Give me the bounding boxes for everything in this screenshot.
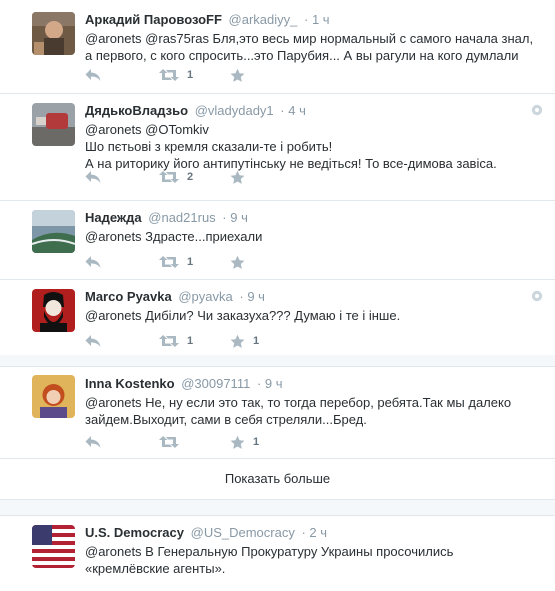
user-handle[interactable]: @30097111: [181, 376, 250, 391]
tweet-text: @aronets Не, ну если это так, то тогда п…: [85, 395, 515, 427]
user-handle[interactable]: @nad21rus: [148, 210, 215, 225]
reply-button[interactable]: [85, 254, 101, 270]
timestamp[interactable]: · 9 ч: [257, 376, 283, 391]
user-name[interactable]: Надежда: [85, 210, 142, 225]
user-name[interactable]: Inna Kostenko: [85, 376, 175, 391]
retweet-icon: [159, 334, 179, 348]
retweet-icon: [159, 435, 179, 449]
retweet-button[interactable]: 1: [159, 67, 193, 83]
user-name[interactable]: Marco Pyavka: [85, 289, 172, 304]
tweet-feed: Аркадий ПаровозоFF @arkadiyy_ · 1 ч @aro…: [0, 0, 555, 591]
tweet[interactable]: ДядькоВладзьо @vladydady1 · 4 ч @aronets…: [0, 94, 555, 201]
tweet-actions: 1: [85, 67, 385, 83]
reply-icon: [85, 68, 101, 82]
user-handle[interactable]: @US_Democracy: [191, 525, 295, 540]
tweet-actions: 2: [85, 169, 385, 185]
tweet-header: Аркадий ПаровозоFF @arkadiyy_ · 1 ч: [85, 12, 541, 28]
user-handle[interactable]: @arkadiyy_: [229, 12, 298, 27]
favorite-button[interactable]: 1: [230, 333, 259, 349]
reply-button[interactable]: [85, 434, 101, 450]
star-icon: [230, 334, 245, 349]
tweet-actions: 1: [85, 434, 385, 450]
timestamp[interactable]: · 4 ч: [280, 103, 306, 118]
user-handle[interactable]: @pyavka: [178, 289, 232, 304]
star-icon: [230, 170, 245, 185]
avatar[interactable]: [32, 210, 75, 253]
retweet-count: 1: [187, 256, 194, 268]
timestamp[interactable]: · 9 ч: [222, 210, 248, 225]
retweet-button[interactable]: 2: [159, 169, 193, 185]
tweet-text: @aronets Здрасте...приехали: [85, 229, 263, 244]
user-name[interactable]: U.S. Democracy: [85, 525, 184, 540]
tweet[interactable]: U.S. Democracy @US_Democracy · 2 ч @aron…: [0, 516, 555, 591]
favorite-count: 1: [253, 436, 260, 448]
retweet-count: 2: [187, 171, 194, 183]
conversation-separator: [0, 500, 555, 516]
tweet-header: Надежда @nad21rus · 9 ч: [85, 210, 541, 226]
reply-button[interactable]: [85, 333, 101, 349]
retweet-count: 1: [187, 335, 194, 347]
avatar[interactable]: [32, 289, 75, 332]
tweet-header: ДядькоВладзьо @vladydady1 · 4 ч: [85, 103, 541, 119]
tweet-header: Marco Pyavka @pyavka · 9 ч: [85, 289, 541, 305]
favorite-button[interactable]: [230, 67, 253, 83]
star-icon: [230, 68, 245, 83]
tweet[interactable]: Аркадий ПаровозоFF @arkadiyy_ · 1 ч @aro…: [0, 0, 555, 94]
retweet-count: 1: [187, 69, 194, 81]
avatar[interactable]: [32, 103, 75, 146]
timestamp[interactable]: · 1 ч: [304, 12, 330, 27]
retweet-icon: [159, 68, 179, 82]
reply-icon: [85, 170, 101, 184]
retweet-button[interactable]: [159, 434, 187, 450]
tweet-text: @aronets @ras75ras Бля,это весь мир норм…: [85, 31, 537, 63]
reply-icon: [85, 435, 101, 449]
tweet-text: @aronets В Генеральную Прокуратуру Украи…: [85, 544, 458, 576]
show-more-button[interactable]: Показать больше: [0, 459, 555, 500]
favorite-count: 1: [253, 335, 260, 347]
tweet[interactable]: Inna Kostenko @30097111 · 9 ч @aronets Н…: [0, 367, 555, 459]
user-name[interactable]: Аркадий ПаровозоFF: [85, 12, 222, 27]
avatar[interactable]: [32, 12, 75, 55]
favorite-button[interactable]: 1: [230, 434, 259, 450]
user-handle[interactable]: @vladydady1: [195, 103, 274, 118]
star-icon: [230, 255, 245, 270]
tweet-text: @aronets Дибіли? Чи заказуха??? Думаю і …: [85, 308, 401, 323]
tweet-header: Inna Kostenko @30097111 · 9 ч: [85, 376, 541, 392]
reply-icon: [85, 255, 101, 269]
tweet-actions: 1: [85, 254, 385, 270]
avatar[interactable]: [32, 525, 75, 568]
timestamp[interactable]: · 9 ч: [239, 289, 265, 304]
reply-icon: [85, 334, 101, 348]
retweet-icon: [159, 255, 179, 269]
avatar[interactable]: [32, 375, 75, 418]
retweet-button[interactable]: 1: [159, 333, 193, 349]
favorite-button[interactable]: [230, 169, 253, 185]
tweet-actions: 1 1: [85, 333, 385, 349]
tweet-text: @aronets @OTomkiv Шо пєтьові з кремля ск…: [85, 122, 497, 171]
star-icon: [230, 435, 245, 450]
reply-button[interactable]: [85, 169, 101, 185]
user-name[interactable]: ДядькоВладзьо: [85, 103, 188, 118]
favorite-button[interactable]: [230, 254, 253, 270]
retweet-button[interactable]: 1: [159, 254, 193, 270]
retweet-icon: [159, 170, 179, 184]
tweet[interactable]: Надежда @nad21rus · 9 ч @aronets Здрасте…: [0, 201, 555, 280]
conversation-separator: [0, 355, 555, 367]
tweet[interactable]: Marco Pyavka @pyavka · 9 ч @aronets Дибі…: [0, 280, 555, 355]
tweet-header: U.S. Democracy @US_Democracy · 2 ч: [85, 525, 541, 541]
timestamp[interactable]: · 2 ч: [301, 525, 327, 540]
reply-button[interactable]: [85, 67, 101, 83]
